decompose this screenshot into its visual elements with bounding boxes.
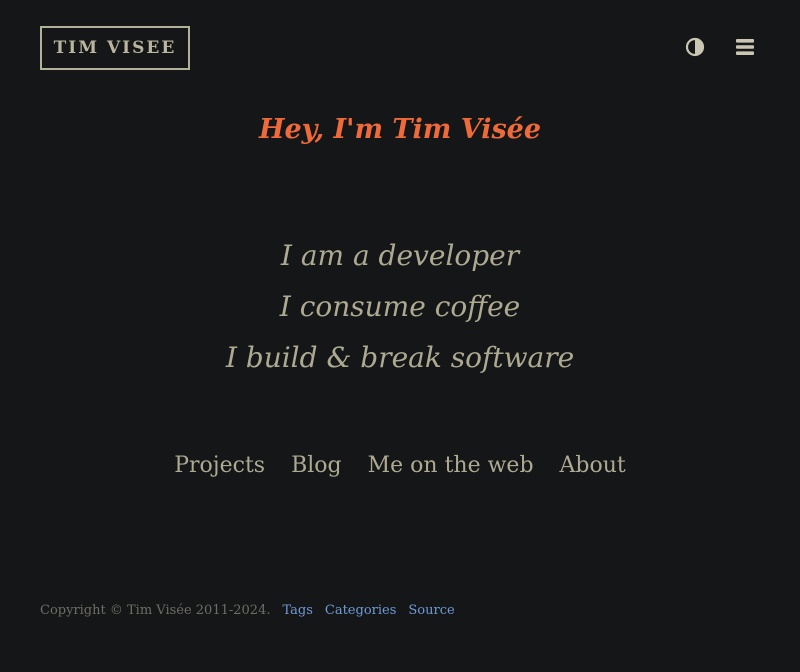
footer-link-categories[interactable]: Categories [325, 603, 397, 618]
nav-link-about[interactable]: About [560, 453, 626, 478]
tagline: I build & break software [225, 341, 575, 374]
footer: Copyright © Tim Visée 2011-2024. Tags Ca… [40, 603, 467, 618]
footer-link-tags[interactable]: Tags [282, 603, 312, 618]
theme-toggle-button[interactable] [684, 36, 706, 58]
tagline: I am a developer [280, 239, 520, 272]
nav-link-blog[interactable]: Blog [291, 453, 342, 478]
hero-title: Hey, I'm Tim Visée [258, 114, 542, 145]
taglines: I am a developer I consume coffee I buil… [0, 230, 800, 383]
menu-icon [736, 39, 754, 55]
site-logo[interactable]: TIM VISEE [40, 26, 190, 70]
nav-link-me-on-the-web[interactable]: Me on the web [368, 453, 534, 478]
nav-link-projects[interactable]: Projects [174, 453, 265, 478]
theme-toggle-icon [685, 37, 705, 57]
footer-link-source[interactable]: Source [408, 603, 454, 618]
main-nav: Projects Blog Me on the web About [0, 453, 800, 478]
footer-copyright: Copyright © Tim Visée 2011-2024. [40, 603, 271, 618]
header-icons [684, 36, 756, 58]
tagline: I consume coffee [279, 290, 521, 323]
menu-button[interactable] [734, 36, 756, 58]
